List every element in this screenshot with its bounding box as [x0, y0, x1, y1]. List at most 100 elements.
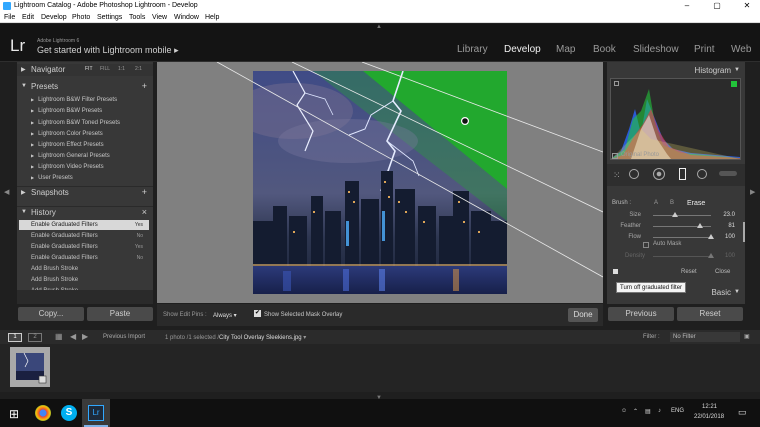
- close-button[interactable]: ✕: [734, 1, 760, 10]
- menu-view[interactable]: View: [152, 14, 167, 21]
- preset-folder[interactable]: ▶ Lightroom B&W Toned Presets: [31, 120, 120, 126]
- skype-icon[interactable]: S: [61, 405, 77, 421]
- preset-folder[interactable]: ▶ Lightroom Color Presets: [31, 131, 103, 137]
- spot-removal-icon[interactable]: [629, 169, 639, 179]
- graduated-filter-guides[interactable]: [157, 62, 603, 303]
- zoom-fit[interactable]: FIT: [85, 66, 93, 72]
- language-indicator[interactable]: ENG: [671, 408, 684, 414]
- clear-history-icon[interactable]: ×: [142, 207, 147, 217]
- slider-thumb[interactable]: [708, 234, 714, 239]
- history-item[interactable]: Enable Graduated Filters No: [19, 231, 149, 241]
- paste-button[interactable]: Paste: [87, 307, 153, 321]
- maximize-button[interactable]: ▢: [704, 1, 730, 10]
- zoom-1-1[interactable]: 1:1: [118, 66, 125, 72]
- menu-develop[interactable]: Develop: [41, 14, 67, 21]
- history-item[interactable]: Add Brush Stroke: [19, 264, 149, 274]
- view-2-button[interactable]: 2: [28, 333, 42, 342]
- preset-folder[interactable]: ▶ Lightroom Effect Presets: [31, 142, 104, 148]
- top-panel-toggle-icon[interactable]: ▲: [376, 24, 382, 30]
- history-item[interactable]: Enable Graduated Filters Yes: [19, 220, 149, 230]
- tray-expand-icon[interactable]: ⌃: [633, 408, 638, 415]
- brush-slider-track[interactable]: [653, 223, 711, 228]
- brush-slider-track[interactable]: [653, 212, 711, 217]
- mask-overlay-checkbox[interactable]: ✔: [254, 310, 261, 317]
- preset-folder[interactable]: ▶ Lightroom Video Presets: [31, 164, 104, 170]
- filter-switch-icon[interactable]: ▣: [744, 333, 750, 340]
- history-item[interactable]: Enable Graduated Filters No: [19, 253, 149, 263]
- module-book[interactable]: Book: [593, 44, 616, 55]
- menu-settings[interactable]: Settings: [97, 14, 122, 21]
- image-view[interactable]: [157, 62, 603, 303]
- module-map[interactable]: Map: [556, 44, 575, 55]
- back-arrow-icon[interactable]: ◀: [70, 332, 76, 341]
- edit-pins-select[interactable]: Always ▾: [213, 312, 237, 319]
- lightroom-taskbar-button[interactable]: Lr: [82, 399, 110, 427]
- panel-switch-icon[interactable]: [613, 269, 618, 274]
- presets-header[interactable]: ▼ Presets +: [17, 81, 153, 93]
- chrome-icon[interactable]: [35, 405, 51, 421]
- history-item[interactable]: Add Brush Stroke: [19, 275, 149, 285]
- history-item[interactable]: Enable Graduated Filters Yes: [19, 242, 149, 252]
- module-develop[interactable]: Develop: [504, 44, 541, 55]
- histogram-display[interactable]: [610, 78, 741, 160]
- navigator-header[interactable]: ▶ Navigator FIT FILL 1:1 2:1: [17, 64, 153, 76]
- filter-select[interactable]: No Filter: [670, 332, 740, 342]
- notifications-icon[interactable]: ▭: [738, 407, 747, 418]
- close-link[interactable]: Close: [715, 269, 730, 275]
- view-1-button[interactable]: 1: [8, 333, 22, 342]
- brush-mode-a[interactable]: A: [654, 200, 658, 206]
- preset-folder[interactable]: ▶ User Presets: [31, 175, 73, 181]
- add-snapshot-icon[interactable]: +: [142, 187, 147, 197]
- shadow-clipping-icon[interactable]: [614, 81, 619, 86]
- menu-window[interactable]: Window: [174, 14, 199, 21]
- clock-date[interactable]: 22/01/2018: [694, 414, 724, 420]
- menu-edit[interactable]: Edit: [22, 14, 34, 21]
- brush-mode-b[interactable]: B: [670, 200, 674, 206]
- histogram-header[interactable]: Histogram ▼: [607, 64, 745, 76]
- reset-link[interactable]: Reset: [681, 269, 697, 275]
- menu-photo[interactable]: Photo: [72, 14, 90, 21]
- forward-arrow-icon[interactable]: ▶: [82, 332, 88, 341]
- menu-file[interactable]: File: [4, 14, 15, 21]
- network-icon[interactable]: ▤: [645, 408, 651, 415]
- previous-button[interactable]: Previous: [608, 307, 674, 321]
- preset-folder[interactable]: ▶ Lightroom General Presets: [31, 153, 110, 159]
- preset-folder[interactable]: ▶ Lightroom B&W Filter Presets: [31, 97, 117, 103]
- original-photo-checkbox[interactable]: [612, 153, 618, 159]
- module-library[interactable]: Library: [457, 44, 488, 55]
- slider-thumb[interactable]: [696, 223, 703, 228]
- brush-mode-erase[interactable]: Erase: [687, 200, 705, 207]
- zoom-2-1[interactable]: 2:1: [135, 66, 142, 72]
- people-icon[interactable]: ☺: [621, 408, 627, 414]
- slider-thumb[interactable]: [672, 212, 679, 217]
- menu-tools[interactable]: Tools: [129, 14, 145, 21]
- left-panel-toggle-icon[interactable]: ◀: [4, 188, 9, 196]
- radial-filter-icon[interactable]: [697, 169, 707, 179]
- grid-view-icon[interactable]: ▦: [55, 332, 63, 341]
- menu-help[interactable]: Help: [205, 14, 219, 21]
- reset-button[interactable]: Reset: [677, 307, 743, 321]
- history-header[interactable]: ▼ History ×: [17, 206, 153, 218]
- module-print[interactable]: Print: [694, 44, 715, 55]
- right-panel-toggle-icon[interactable]: ▶: [750, 188, 755, 196]
- filmstrip-thumbnail[interactable]: [10, 347, 50, 387]
- clock-time[interactable]: 12:21: [702, 404, 717, 410]
- minimize-button[interactable]: –: [674, 1, 700, 10]
- preset-folder[interactable]: ▶ Lightroom B&W Presets: [31, 108, 102, 114]
- panel-scrollbar[interactable]: [743, 222, 745, 242]
- zoom-fill[interactable]: FILL: [100, 66, 110, 72]
- brush-slider-track[interactable]: [653, 234, 714, 239]
- module-web[interactable]: Web: [731, 44, 751, 55]
- density-slider[interactable]: [653, 253, 714, 258]
- adjustment-brush-icon[interactable]: [719, 171, 737, 176]
- auto-mask-checkbox[interactable]: [643, 242, 649, 248]
- mobile-promo-link[interactable]: Get started with Lightroom mobile ▸: [37, 45, 179, 56]
- filmstrip-source[interactable]: Previous Import: [103, 334, 145, 340]
- module-slideshow[interactable]: Slideshow: [633, 44, 679, 55]
- done-button[interactable]: Done: [568, 308, 598, 322]
- basic-panel-header[interactable]: Basic: [711, 288, 731, 297]
- red-eye-icon[interactable]: [653, 168, 665, 180]
- snapshots-header[interactable]: ▶ Snapshots +: [17, 186, 153, 198]
- volume-icon[interactable]: ♪: [658, 408, 661, 414]
- add-preset-icon[interactable]: +: [142, 81, 147, 91]
